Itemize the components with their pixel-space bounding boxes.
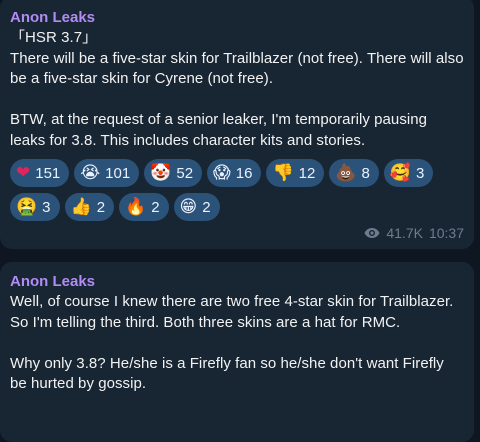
- reaction-chip[interactable]: 👎 12: [266, 159, 325, 187]
- reactions-row: 🤮 3 👍 2 🔥 2 😁 2: [10, 193, 464, 221]
- reaction-emoji-icon: ❤: [16, 162, 31, 183]
- message-bubble[interactable]: Anon Leaks 「HSR 3.7」 There will be a fiv…: [0, 0, 474, 249]
- message-time: 10:37: [428, 225, 464, 241]
- message-meta: 41.7K 10:37: [364, 225, 464, 241]
- reaction-chip[interactable]: 🥰 3: [383, 159, 434, 187]
- reaction-count: 16: [235, 164, 253, 182]
- reactions-row: ❤ 151 😭 101 🤡 52 😱 16 👎 12 💩 8 🥰 3: [10, 159, 464, 187]
- reaction-count: 2: [202, 198, 211, 216]
- reaction-chip[interactable]: 👍 2: [64, 193, 115, 221]
- reaction-count: 12: [298, 164, 316, 182]
- reaction-emoji-icon: 🤡: [150, 162, 172, 183]
- reaction-count: 151: [35, 164, 61, 182]
- reaction-chip[interactable]: 🤮 3: [10, 193, 60, 221]
- reaction-emoji-icon: 🔥: [125, 196, 147, 217]
- view-count: 41.7K: [386, 225, 423, 241]
- message-text: 「HSR 3.7」 There will be a five-star skin…: [10, 29, 464, 149]
- reaction-count: 3: [42, 198, 51, 216]
- reaction-chip[interactable]: 😭 101: [74, 159, 140, 187]
- message-text: Well, of course I knew there are two fre…: [10, 293, 454, 392]
- reaction-chip[interactable]: 😁 2: [173, 193, 220, 221]
- message-author[interactable]: Anon Leaks: [10, 272, 464, 292]
- reaction-count: 101: [105, 164, 131, 182]
- reaction-count: 3: [416, 164, 425, 182]
- reaction-emoji-icon: 😁: [179, 196, 198, 217]
- reaction-emoji-icon: 👍: [70, 196, 92, 217]
- reactions: ❤ 151 😭 101 🤡 52 😱 16 👎 12 💩 8 🥰 3 🤮 3 👍 2 🔥 2 😁 2: [10, 159, 464, 221]
- message-bubble[interactable]: Anon Leaks Well, of course I knew there …: [0, 262, 474, 442]
- reaction-emoji-icon: 🥰: [389, 162, 412, 183]
- reaction-chip[interactable]: 🤡 52: [144, 159, 203, 187]
- reaction-emoji-icon: 💩: [335, 162, 357, 183]
- views-icon: [364, 228, 380, 238]
- reaction-count: 2: [96, 198, 106, 216]
- reaction-emoji-icon: 😱: [213, 162, 231, 183]
- reaction-count: 52: [176, 164, 194, 182]
- reaction-emoji-icon: 👎: [272, 162, 294, 183]
- reaction-emoji-icon: 🤮: [16, 196, 38, 217]
- reaction-count: 8: [361, 164, 370, 182]
- reaction-chip[interactable]: 💩 8: [329, 159, 379, 187]
- message-author[interactable]: Anon Leaks: [10, 8, 464, 28]
- reaction-emoji-icon: 😭: [80, 162, 101, 183]
- reaction-chip[interactable]: ❤ 151: [10, 159, 70, 187]
- reaction-count: 2: [151, 198, 160, 216]
- reaction-chip[interactable]: 🔥 2: [119, 193, 169, 221]
- reaction-chip[interactable]: 😱 16: [207, 159, 262, 187]
